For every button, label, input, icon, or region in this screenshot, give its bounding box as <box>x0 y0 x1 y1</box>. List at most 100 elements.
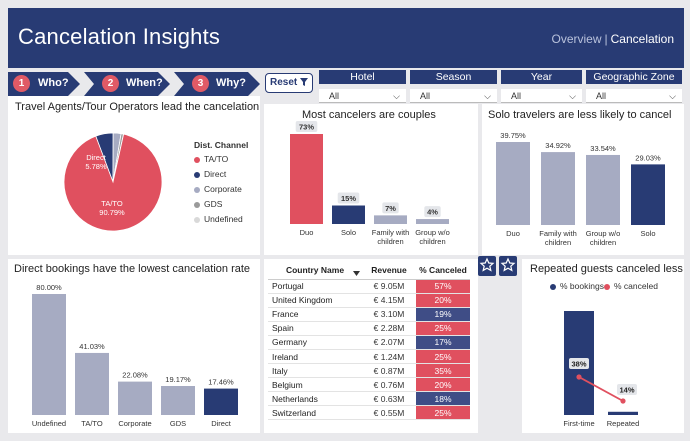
table-row[interactable]: Switzerland € 0.55M 25% <box>268 405 470 421</box>
bar[interactable] <box>118 381 152 415</box>
bookmark-icon[interactable] <box>499 256 517 276</box>
data-label: 80.00% <box>36 283 62 292</box>
step-label: Who? <box>38 77 69 89</box>
bar[interactable] <box>586 154 620 225</box>
reset-button[interactable]: Reset <box>265 73 313 93</box>
pie-label-direct-pct: 5.78% <box>85 162 107 171</box>
data-label: 41.03% <box>79 342 105 351</box>
filter-icon <box>300 77 309 88</box>
dropdown-value: All <box>420 91 431 101</box>
canceled-cell: 25% <box>416 349 470 365</box>
sort-desc-icon[interactable] <box>353 268 360 278</box>
legend-item-corporate: Corporate <box>194 184 242 194</box>
bar[interactable] <box>332 205 365 224</box>
revenue-cell: € 2.07M <box>362 335 416 350</box>
slicer-geographic-zone: Geographic Zone All ⌵ <box>586 70 682 106</box>
category-label: Solo <box>640 229 655 238</box>
table-row[interactable]: Spain € 2.28M 25% <box>268 321 470 336</box>
country-cell: United Kingdom <box>268 293 362 308</box>
table-row[interactable]: Belgium € 0.76M 20% <box>268 377 470 393</box>
slicer-header: Geographic Zone <box>586 70 682 84</box>
table-row[interactable]: Netherlands € 0.63M 18% <box>268 391 470 407</box>
column-header-country[interactable]: Country Name <box>268 261 362 280</box>
solo-bar-chart: 39.75%Duo34.92%Family withchildren33.54%… <box>496 131 665 247</box>
category-label: children <box>419 237 445 246</box>
nav-separator: | <box>604 32 608 46</box>
data-label: 73% <box>299 123 314 132</box>
dist-channel-panel: Travel Agents/Tour Operators lead the ca… <box>8 96 260 255</box>
couples-panel: Most cancelers are couples 73% Duo 15% Solo… <box>264 104 478 255</box>
chevron-down-icon: ⌵ <box>569 91 576 101</box>
column-header-revenue[interactable]: Revenue <box>362 261 416 280</box>
bar[interactable] <box>631 164 665 225</box>
bar[interactable] <box>416 219 449 224</box>
step-number: 3 <box>192 75 209 92</box>
revenue-cell: € 0.87M <box>362 363 416 379</box>
canceled-cell: 35% <box>416 363 470 379</box>
country-cell: Belgium <box>268 377 362 393</box>
legend-title: Dist. Channel <box>194 140 249 150</box>
country-table-body: Portugal € 9.05M 57% United Kingdom € 4.15M 2… <box>268 279 470 421</box>
table-row[interactable]: France € 3.10M 19% <box>268 307 470 322</box>
data-label: 33.54% <box>590 144 616 153</box>
bar[interactable] <box>496 142 530 225</box>
bar[interactable] <box>541 152 575 225</box>
legend-dot <box>194 201 200 208</box>
table-row[interactable]: United Kingdom € 4.15M 20% <box>268 293 470 308</box>
chevron-down-icon: ⌵ <box>484 91 491 101</box>
bookmark-icon[interactable] <box>478 256 496 276</box>
bar[interactable] <box>32 294 66 415</box>
bar[interactable] <box>374 215 407 224</box>
bar[interactable] <box>75 352 109 415</box>
category-label: Duo <box>300 228 314 237</box>
nav-cancelation-link[interactable]: Cancelation <box>611 32 674 46</box>
table-row[interactable]: Ireland € 1.24M 25% <box>268 349 470 365</box>
line-point[interactable] <box>620 398 626 404</box>
repeated-combo-chart: First-time Repeated 38% 14% <box>563 311 639 428</box>
category-label: Group w/o <box>586 229 621 238</box>
column-header-canceled[interactable]: % Canceled <box>416 261 470 280</box>
reset-label: Reset <box>269 77 298 88</box>
country-cell: Netherlands <box>268 391 362 407</box>
line-point[interactable] <box>576 374 582 380</box>
direct-bookings-panel: Direct bookings have the lowest cancelat… <box>8 259 260 433</box>
column-label: Country Name <box>285 264 345 275</box>
header-bar: Cancelation Insights Overview | Cancelatio… <box>8 8 684 68</box>
slicer-header: Season <box>410 70 497 84</box>
data-label: 14% <box>619 386 634 395</box>
bar[interactable] <box>161 386 195 415</box>
country-table-panel: Country Name Revenue % Canceled Portugal… <box>264 259 478 433</box>
table-row[interactable]: Italy € 0.87M 35% <box>268 363 470 379</box>
data-label: 15% <box>341 194 356 203</box>
bar[interactable] <box>290 134 323 224</box>
legend-item-direct: Direct <box>194 169 226 179</box>
table-row[interactable]: Germany € 2.07M 17% <box>268 335 470 350</box>
canceled-cell: 19% <box>416 307 470 322</box>
page-title: Cancelation Insights <box>18 24 221 49</box>
bar[interactable] <box>204 388 238 415</box>
legend-dot <box>194 156 200 163</box>
category-label: Family with <box>539 229 577 238</box>
hotel-dropdown[interactable]: All ⌵ <box>319 89 406 103</box>
table-row[interactable]: Portugal € 9.05M 57% <box>268 279 470 294</box>
legend-label: Direct <box>204 169 227 179</box>
step-when[interactable]: 2 When? <box>84 72 170 96</box>
legend-dot <box>194 171 200 178</box>
geographic-zone-dropdown[interactable]: All ⌵ <box>586 89 682 103</box>
nav-overview-link[interactable]: Overview <box>551 32 601 46</box>
bar[interactable] <box>608 411 638 415</box>
country-cell: Ireland <box>268 349 362 365</box>
season-dropdown[interactable]: All ⌵ <box>410 89 497 103</box>
legend-label: TA/TO <box>204 154 229 164</box>
data-label: 29.03% <box>635 153 661 162</box>
step-who[interactable]: 1 Who? <box>8 72 80 96</box>
revenue-cell: € 1.24M <box>362 349 416 365</box>
step-why[interactable]: 3 Why? <box>174 72 260 96</box>
step-label: When? <box>126 77 163 89</box>
legend-item-tato: TA/TO <box>194 154 228 164</box>
category-label: children <box>377 237 403 246</box>
category-label: Group w/o <box>415 228 450 237</box>
revenue-cell: € 0.76M <box>362 377 416 393</box>
table-header-row: Country Name Revenue % Canceled <box>268 261 470 280</box>
year-dropdown[interactable]: All ⌵ <box>501 89 582 103</box>
